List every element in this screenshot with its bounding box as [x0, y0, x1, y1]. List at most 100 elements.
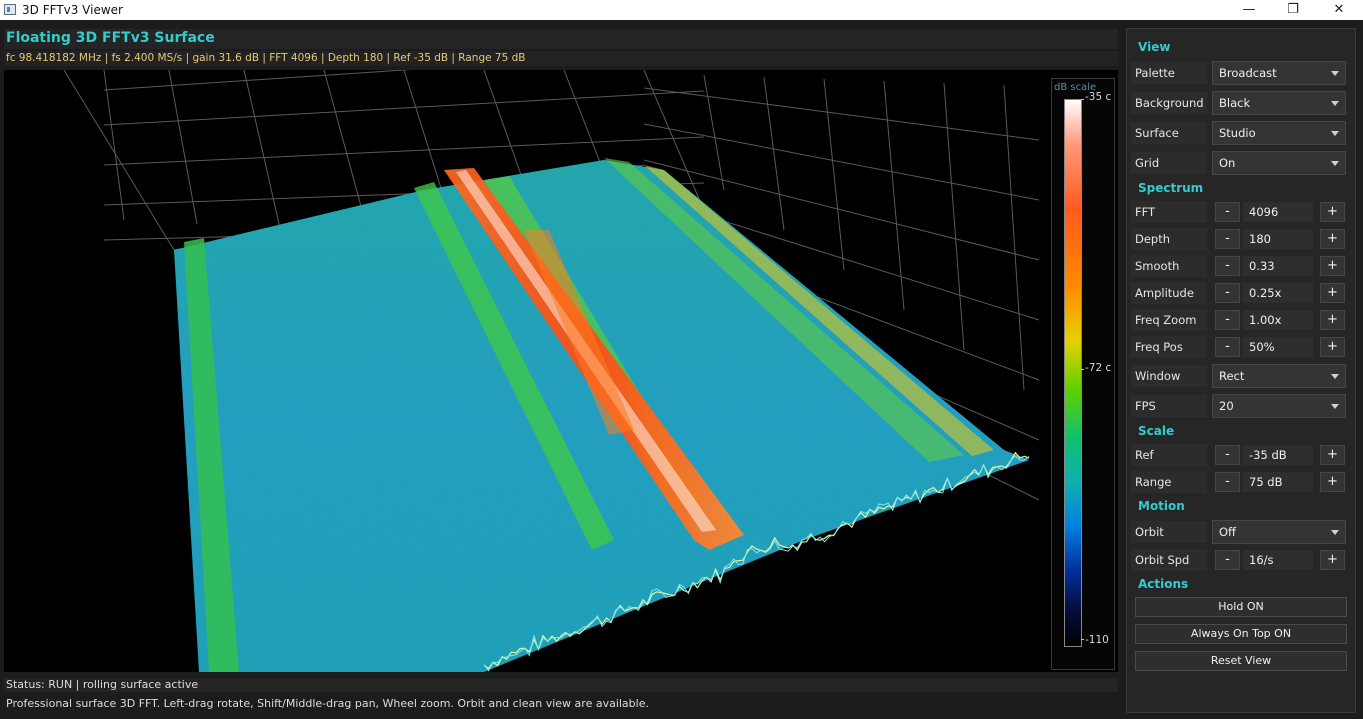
grid-line: [63, 70, 175, 251]
depth-decrement-button[interactable]: -: [1215, 229, 1240, 249]
range-decrement-button[interactable]: -: [1215, 472, 1240, 492]
window-select[interactable]: Rect: [1212, 364, 1346, 388]
section-motion-title: Motion: [1138, 499, 1185, 513]
grid-line: [1003, 84, 1025, 391]
range-label: Range: [1131, 471, 1207, 493]
window-label: Window: [1131, 365, 1207, 387]
db-label-mid: -72 c: [1085, 362, 1112, 374]
background-label: Background: [1131, 92, 1207, 114]
minimize-button[interactable]: —: [1226, 0, 1272, 20]
grid-line: [103, 90, 705, 126]
smooth-value[interactable]: 0.33: [1243, 256, 1313, 276]
grid-select[interactable]: On: [1212, 151, 1346, 175]
smooth-decrement-button[interactable]: -: [1215, 256, 1240, 276]
surface-title-bar: Floating 3D FFTv3 Surface: [4, 29, 1118, 49]
palette-select[interactable]: Broadcast: [1212, 61, 1346, 85]
ref-value[interactable]: -35 dB: [1243, 445, 1313, 465]
fft-value[interactable]: 4096: [1243, 202, 1313, 222]
grid-line: [103, 70, 125, 221]
db-scale-colorbar: [1064, 99, 1082, 647]
help-text: Professional surface 3D FFT. Left-drag r…: [6, 697, 649, 710]
smooth-label: Smooth: [1131, 255, 1207, 277]
freq-zoom-value[interactable]: 1.00x: [1243, 310, 1313, 330]
grid-line: [703, 74, 725, 191]
range-value[interactable]: 75 dB: [1243, 472, 1313, 492]
chevron-down-icon: [1331, 374, 1339, 379]
close-button[interactable]: ✕: [1316, 0, 1362, 20]
grid-line: [943, 82, 965, 351]
hold-button[interactable]: Hold ON: [1135, 597, 1347, 617]
window-titlebar: 3D FFTv3 Viewer — ❐ ✕: [0, 0, 1363, 20]
section-view-title: View: [1138, 40, 1171, 54]
chevron-down-icon: [1331, 131, 1339, 136]
orbit-spd-value[interactable]: 16/s: [1243, 550, 1313, 570]
amplitude-value[interactable]: 0.25x: [1243, 283, 1313, 303]
freq-zoom-increment-button[interactable]: +: [1320, 310, 1345, 330]
db-scale: dB scale -35 c -72 c -110: [1051, 78, 1115, 670]
window-value: Rect: [1219, 369, 1245, 383]
amplitude-label: Amplitude: [1131, 282, 1207, 304]
range-increment-button[interactable]: +: [1320, 472, 1345, 492]
ref-label: Ref: [1131, 444, 1207, 466]
freq-pos-increment-button[interactable]: +: [1320, 337, 1345, 357]
palette-label: Palette: [1131, 62, 1207, 84]
grid-line: [883, 80, 905, 311]
depth-label: Depth: [1131, 228, 1207, 250]
chevron-down-icon: [1331, 404, 1339, 409]
always-on-top-button[interactable]: Always On Top ON: [1135, 624, 1347, 644]
grid-line: [763, 76, 785, 231]
orbit-spd-decrement-button[interactable]: -: [1215, 550, 1240, 570]
smooth-increment-button[interactable]: +: [1320, 256, 1345, 276]
freq-zoom-decrement-button[interactable]: -: [1215, 310, 1240, 330]
reset-view-button[interactable]: Reset View: [1135, 651, 1347, 671]
db-label-bottom: -110: [1085, 634, 1109, 646]
orbit-select[interactable]: Off: [1212, 520, 1346, 544]
amplitude-increment-button[interactable]: +: [1320, 283, 1345, 303]
status-text: Status: RUN | rolling surface active: [6, 678, 199, 691]
grid-line: [823, 78, 845, 271]
fps-select[interactable]: 20: [1212, 394, 1346, 418]
surface-canvas[interactable]: [4, 70, 1118, 672]
orbit-spd-increment-button[interactable]: +: [1320, 550, 1345, 570]
grid-line: [643, 123, 1040, 201]
fps-label: FPS: [1131, 395, 1207, 417]
grid-line: [643, 87, 1040, 141]
depth-increment-button[interactable]: +: [1320, 229, 1345, 249]
ref-increment-button[interactable]: +: [1320, 445, 1345, 465]
palette-value: Broadcast: [1219, 66, 1277, 80]
depth-value[interactable]: 180: [1243, 229, 1313, 249]
info-bar: fc 98.418182 MHz | fs 2.400 MS/s | gain …: [4, 51, 1118, 66]
grid-line: [103, 70, 412, 91]
grid-label: Grid: [1131, 152, 1207, 174]
background-select[interactable]: Black: [1212, 91, 1346, 115]
freq-pos-label: Freq Pos: [1131, 336, 1207, 358]
maximize-button[interactable]: ❐: [1270, 0, 1316, 20]
fft-increment-button[interactable]: +: [1320, 202, 1345, 222]
app-icon: [4, 4, 16, 15]
info-text: fc 98.418182 MHz | fs 2.400 MS/s | gain …: [6, 52, 526, 64]
db-tick-bottom: [1081, 639, 1084, 640]
status-bar: Status: RUN | rolling surface active: [4, 678, 1118, 692]
chevron-down-icon: [1331, 71, 1339, 76]
fft-label: FFT: [1131, 201, 1207, 223]
control-panel: View Palette Broadcast Background Black …: [1126, 28, 1356, 713]
section-spectrum-title: Spectrum: [1138, 181, 1204, 195]
grid-line: [168, 70, 198, 225]
orbit-value: Off: [1219, 525, 1236, 539]
surface-select[interactable]: Studio: [1212, 121, 1346, 145]
db-tick-mid: [1081, 369, 1084, 370]
amplitude-decrement-button[interactable]: -: [1215, 283, 1240, 303]
db-label-top: -35 c: [1085, 91, 1112, 103]
fps-value: 20: [1219, 399, 1234, 413]
fft-decrement-button[interactable]: -: [1215, 202, 1240, 222]
surface-label: Surface: [1131, 122, 1207, 144]
db-tick-top: [1081, 99, 1084, 100]
orbit-spd-label: Orbit Spd: [1131, 549, 1207, 571]
freq-zoom-label: Freq Zoom: [1131, 309, 1207, 331]
freq-pos-value[interactable]: 50%: [1243, 337, 1313, 357]
freq-pos-decrement-button[interactable]: -: [1215, 337, 1240, 357]
ref-decrement-button[interactable]: -: [1215, 445, 1240, 465]
fft-surface-view[interactable]: dB scale -35 c -72 c -110: [4, 70, 1118, 672]
section-scale-title: Scale: [1138, 424, 1175, 438]
orbit-label: Orbit: [1131, 521, 1207, 543]
